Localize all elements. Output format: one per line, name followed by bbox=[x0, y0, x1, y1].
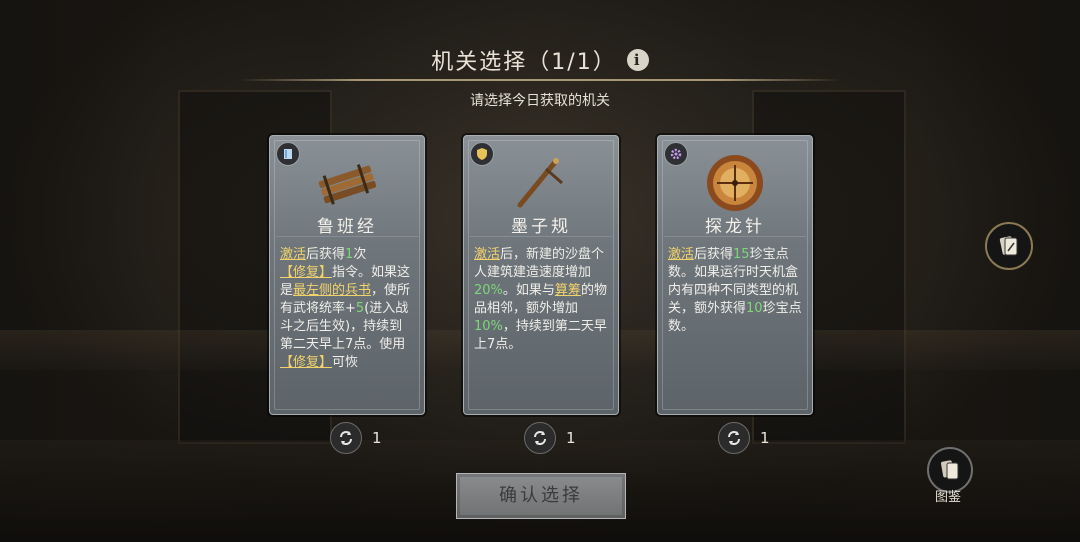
card-description: 激活后获得1次【修复】指令。如果这是最左侧的兵书，使所有武将统率+5(进入战斗之… bbox=[280, 246, 414, 406]
reroll-group-3: 1 bbox=[718, 422, 770, 454]
description-segment: 【修复】 bbox=[280, 265, 333, 280]
description-segment: 可恢 bbox=[332, 355, 359, 370]
page-title: 机关选择（1/1） bbox=[431, 50, 617, 75]
reroll-count: 1 bbox=[566, 429, 576, 447]
title-divider bbox=[238, 79, 842, 81]
card-description: 激活后，新建的沙盘个人建筑建造速度增加20%。如果与算筹的物品相邻，额外增加10… bbox=[474, 246, 608, 406]
mechanism-card-3[interactable]: 探龙针 激活后获得15珍宝点数。如果运行时天机盒内有四种不同类型的机关，额外获得… bbox=[657, 135, 813, 415]
page-subtitle: 请选择今日获取的机关 bbox=[470, 93, 610, 109]
refresh-button[interactable] bbox=[524, 422, 556, 454]
atlas-label[interactable]: 图鉴 bbox=[925, 486, 971, 505]
card-title: 探龙针 bbox=[705, 217, 765, 237]
confirm-selection-button[interactable]: 确认选择 bbox=[456, 473, 626, 519]
mechanism-card-1[interactable]: 鲁班经 激活后获得1次【修复】指令。如果这是最左侧的兵书，使所有武将统率+5(进… bbox=[269, 135, 425, 415]
reroll-group-2: 1 bbox=[524, 422, 576, 454]
refresh-icon bbox=[728, 431, 740, 445]
mechanism-card-2[interactable]: 墨子规 激活后，新建的沙盘个人建筑建造速度增加20%。如果与算筹的物品相邻，额外… bbox=[463, 135, 619, 415]
description-segment: 激活 bbox=[668, 247, 695, 262]
cards-icon bbox=[999, 236, 1018, 256]
description-segment: 算筹 bbox=[554, 283, 581, 298]
compass-icon bbox=[695, 148, 775, 218]
description-segment: 10% bbox=[474, 319, 503, 334]
shield-badge-icon bbox=[470, 142, 494, 166]
reroll-group-1: 1 bbox=[330, 422, 382, 454]
card-title: 鲁班经 bbox=[317, 217, 377, 237]
refresh-icon bbox=[340, 431, 352, 445]
description-segment: 。如果与 bbox=[502, 283, 555, 298]
description-segment: 最左侧的兵书 bbox=[293, 283, 372, 298]
card-title: 墨子规 bbox=[511, 217, 571, 237]
refresh-button[interactable] bbox=[718, 422, 750, 454]
card-description: 激活后获得15珍宝点数。如果运行时天机盒内有四种不同类型的机关，额外获得10珍宝… bbox=[668, 246, 802, 406]
description-segment: 次 bbox=[353, 247, 367, 262]
description-segment: 15 bbox=[733, 247, 750, 262]
description-segment: 激活 bbox=[280, 247, 307, 262]
description-segment: 后获得 bbox=[694, 247, 734, 262]
reroll-count: 1 bbox=[760, 429, 770, 447]
book-badge-icon bbox=[276, 142, 300, 166]
refresh-button[interactable] bbox=[330, 422, 362, 454]
card-hand-button[interactable] bbox=[985, 222, 1033, 270]
header: 机关选择（1/1） i bbox=[0, 44, 1080, 76]
description-segment: 激活 bbox=[474, 247, 501, 262]
bamboo-scroll-icon bbox=[307, 148, 387, 218]
gear-badge-icon bbox=[664, 142, 688, 166]
description-segment: 【修复】 bbox=[280, 355, 333, 370]
info-icon[interactable]: i bbox=[626, 49, 649, 71]
description-segment: 10 bbox=[746, 301, 763, 316]
description-segment: 20% bbox=[474, 283, 503, 298]
description-segment: 后获得 bbox=[306, 247, 346, 262]
reroll-count: 1 bbox=[372, 429, 382, 447]
atlas-icon bbox=[941, 460, 959, 480]
carpenter-square-icon bbox=[501, 148, 581, 218]
refresh-icon bbox=[534, 431, 546, 445]
description-segment: 5 bbox=[355, 301, 365, 316]
